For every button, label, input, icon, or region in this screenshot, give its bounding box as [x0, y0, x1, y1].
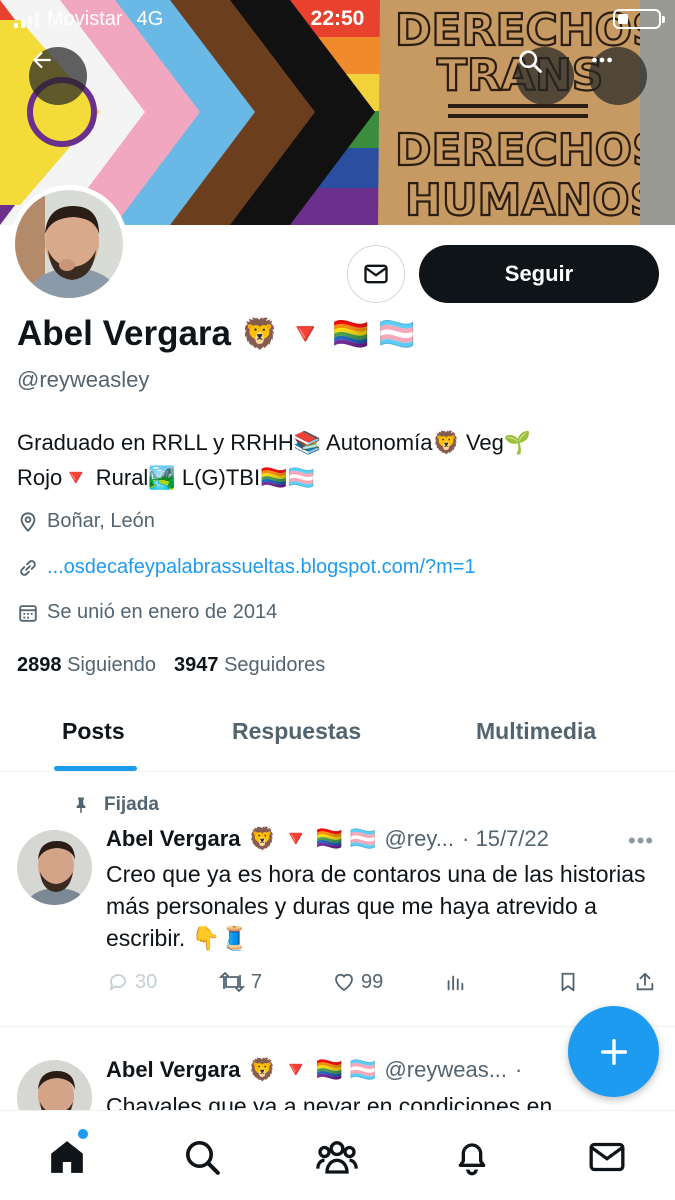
- following-label: Siguiendo: [67, 654, 157, 676]
- like-button[interactable]: 99: [332, 970, 383, 994]
- nav-search[interactable]: [180, 1135, 224, 1179]
- reply-button[interactable]: 30: [106, 970, 157, 994]
- bio-line-1: Graduado en RRLL y RRHH📚 Autonomía🦁 Veg🌱: [17, 430, 532, 455]
- tweet-author-handle[interactable]: @reyweas...: [384, 1057, 507, 1083]
- follow-button[interactable]: Seguir: [419, 245, 659, 303]
- tweet-more-icon[interactable]: •••: [628, 828, 654, 854]
- bio-line-2: Rojo🔻 Rural🏞️ L(G)TBI🏳️‍🌈🏳️‍⚧️: [17, 465, 315, 490]
- profile-name: Abel Vergara: [17, 314, 231, 353]
- like-count: 99: [361, 970, 384, 993]
- profile-avatar[interactable]: [10, 185, 128, 303]
- pinned-label: Fijada: [104, 794, 159, 815]
- plus-icon: [600, 1038, 627, 1065]
- more-button[interactable]: [589, 47, 647, 105]
- tweet-author-name[interactable]: Abel Vergara: [106, 1057, 241, 1083]
- status-bar: Movistar 4G 22:50: [0, 0, 675, 38]
- profile-handle: @reyweasley: [17, 367, 150, 392]
- reply-icon: [109, 974, 126, 991]
- analytics-icon: [447, 975, 464, 991]
- heart-icon: [335, 973, 353, 992]
- tweet-avatar[interactable]: [17, 830, 92, 905]
- tweet-date[interactable]: · 15/7/22: [462, 826, 549, 852]
- joined-text: Se unió en enero de 2014: [47, 601, 278, 623]
- home-icon: [51, 1141, 83, 1173]
- tweet-header: Abel Vergara 🦁 🔻 🏳️‍🌈 🏳️‍⚧️ @rey... · 15…: [106, 826, 549, 852]
- sign-text-4: DERECHOS: [395, 125, 664, 176]
- clock: 22:50: [310, 7, 365, 30]
- profile-location: Boñar, León: [17, 510, 155, 533]
- notifications-icon: [458, 1143, 486, 1176]
- nav-home[interactable]: [45, 1135, 89, 1179]
- profile-banner[interactable]: DERECHOS TRANS DERECHOS HUMANOS Movistar…: [0, 0, 675, 225]
- tweet-author-name[interactable]: Abel Vergara: [106, 826, 241, 852]
- battery-icon: [613, 9, 665, 29]
- bookmark-icon: [561, 972, 575, 992]
- nav-messages[interactable]: [585, 1135, 629, 1179]
- followers-link[interactable]: 3947 Seguidores: [174, 654, 325, 677]
- profile-tabs: Posts Respuestas Multimedia: [0, 700, 675, 772]
- followers-label: Seguidores: [224, 654, 326, 676]
- tweet-author-handle[interactable]: @rey...: [384, 826, 454, 852]
- calendar-icon: [19, 604, 37, 622]
- retweet-count: 7: [251, 970, 263, 993]
- views-button[interactable]: [444, 970, 466, 994]
- tweet-text[interactable]: Creo que ya es hora de contaros una de l…: [106, 858, 661, 954]
- sign-text-5: HUMANOS: [405, 175, 661, 225]
- nav-notifications[interactable]: [450, 1135, 494, 1179]
- pinned-label-row: Fijada: [72, 794, 159, 816]
- profile-joined: Se unió en enero de 2014: [17, 601, 277, 624]
- followers-count: 3947: [174, 654, 219, 676]
- tab-posts[interactable]: Posts: [62, 718, 125, 745]
- share-icon: [636, 972, 654, 991]
- arrow-left-icon: [32, 51, 51, 69]
- tweet-header: Abel Vergara 🦁 🔻 🏳️‍🌈 🏳️‍⚧️ @reyweas... …: [106, 1057, 522, 1083]
- avatar-image: [15, 190, 123, 298]
- follow-counts: 2898 Siguiendo 3947 Seguidores: [17, 654, 325, 677]
- tweet-author-emojis: 🦁 🔻 🏳️‍🌈 🏳️‍⚧️: [248, 826, 377, 851]
- compose-button[interactable]: [568, 1006, 659, 1097]
- active-tab-indicator: [54, 766, 137, 771]
- retweet-icon: [218, 971, 246, 993]
- messages-icon: [589, 1142, 625, 1172]
- search-icon: [186, 1141, 220, 1175]
- profile-name-emojis: 🦁 🔻 🏳️‍🌈 🏳️‍⚧️: [241, 317, 416, 351]
- nav-communities[interactable]: [315, 1135, 359, 1179]
- tweet-author-emojis: 🦁 🔻 🏳️‍🌈 🏳️‍⚧️: [248, 1057, 377, 1082]
- pin-icon: [76, 797, 86, 814]
- tab-replies[interactable]: Respuestas: [232, 718, 361, 745]
- avatar-image: [17, 830, 92, 905]
- message-button[interactable]: [347, 245, 405, 303]
- website-link[interactable]: ...osdecafeypalabrassueltas.blogspot.com…: [47, 556, 476, 579]
- profile-name-row: Abel Vergara 🦁 🔻 🏳️‍🌈 🏳️‍⚧️: [17, 314, 415, 354]
- mail-icon: [364, 264, 388, 284]
- bottom-nav: [0, 1110, 675, 1200]
- tweet-date[interactable]: ·: [515, 1057, 522, 1083]
- share-button[interactable]: [634, 970, 656, 994]
- home-notification-dot: [78, 1129, 88, 1139]
- location-text: Boñar, León: [47, 510, 155, 532]
- more-horizontal-icon: [592, 57, 612, 63]
- profile-website[interactable]: ...osdecafeypalabrassueltas.blogspot.com…: [17, 556, 476, 579]
- following-count: 2898: [17, 654, 62, 676]
- tab-media[interactable]: Multimedia: [476, 718, 596, 745]
- search-icon: [519, 50, 542, 73]
- profile-bio: Graduado en RRLL y RRHH📚 Autonomía🦁 Veg🌱…: [17, 425, 657, 495]
- reply-count: 30: [135, 970, 158, 993]
- retweet-button[interactable]: 7: [218, 970, 262, 994]
- back-button[interactable]: [29, 47, 87, 105]
- link-icon: [20, 559, 36, 576]
- following-link[interactable]: 2898 Siguiendo: [17, 654, 156, 677]
- location-pin-icon: [20, 511, 36, 532]
- search-button[interactable]: [516, 47, 574, 105]
- communities-icon: [316, 1141, 358, 1174]
- bookmark-button[interactable]: [557, 970, 579, 994]
- tweet-actions: 30 7 99: [0, 970, 675, 1000]
